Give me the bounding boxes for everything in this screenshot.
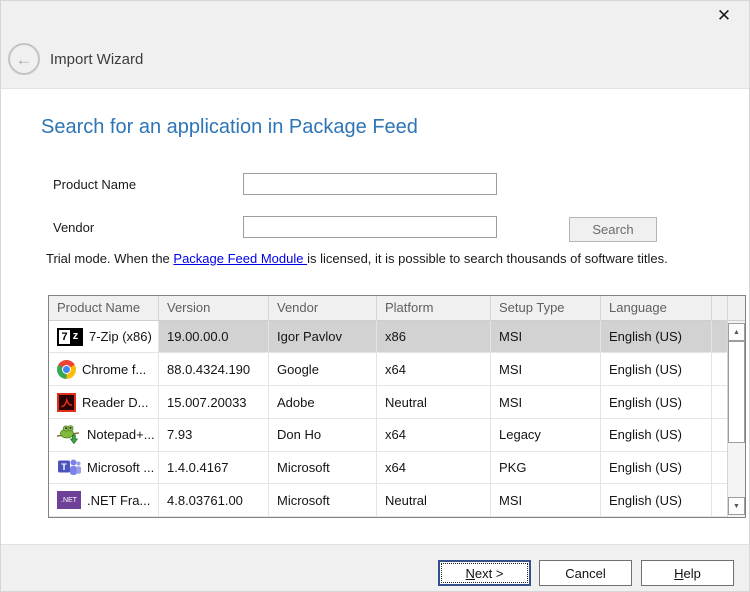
cell-platform: Neutral bbox=[377, 386, 491, 419]
cell-language: English (US) bbox=[601, 452, 712, 485]
cell-setup-type: MSI bbox=[491, 484, 601, 517]
column-header-product-name[interactable]: Product Name bbox=[49, 296, 159, 321]
column-header-language[interactable]: Language bbox=[601, 296, 712, 321]
page-title: Search for an application in Package Fee… bbox=[41, 116, 418, 139]
table-row[interactable]: T Microsoft ... 1.4.0.4167 Microsoft x64… bbox=[49, 452, 727, 485]
wizard-header: ✕ ← Import Wizard bbox=[1, 1, 749, 89]
cell-version: 19.00.00.0 bbox=[159, 321, 269, 354]
help-button[interactable]: Help bbox=[641, 560, 734, 586]
cell-product: Chrome f... bbox=[49, 353, 159, 386]
cell-filler bbox=[712, 484, 727, 517]
vendor-label: Vendor bbox=[53, 220, 94, 235]
notepad-plus-plus-icon bbox=[57, 426, 81, 444]
next-button[interactable]: Next > bbox=[438, 560, 531, 586]
package-table: Product Name Version Vendor Platform Set… bbox=[48, 295, 746, 518]
cell-filler bbox=[712, 353, 727, 386]
cell-setup-type: MSI bbox=[491, 353, 601, 386]
column-header-platform[interactable]: Platform bbox=[377, 296, 491, 321]
column-header-filler bbox=[712, 296, 727, 321]
search-button[interactable]: Search bbox=[569, 217, 657, 242]
close-icon[interactable]: ✕ bbox=[709, 3, 739, 29]
cell-version: 4.8.03761.00 bbox=[159, 484, 269, 517]
package-feed-module-link[interactable]: Package Feed Module bbox=[173, 251, 307, 266]
table-header-row: Product Name Version Vendor Platform Set… bbox=[49, 296, 727, 321]
cell-language: English (US) bbox=[601, 321, 712, 354]
dialog-footer: Next > Cancel Help bbox=[1, 544, 749, 592]
column-header-vendor[interactable]: Vendor bbox=[269, 296, 377, 321]
scrollbar-track[interactable] bbox=[728, 443, 745, 497]
cell-vendor: Microsoft bbox=[269, 484, 377, 517]
cell-setup-type: MSI bbox=[491, 386, 601, 419]
trial-suffix: is licensed, it is possible to search th… bbox=[307, 251, 668, 266]
table-scrollbar[interactable]: ▲ ▼ bbox=[727, 296, 745, 517]
back-button[interactable]: ← bbox=[8, 43, 40, 75]
cell-platform: Neutral bbox=[377, 484, 491, 517]
cell-vendor: Igor Pavlov bbox=[269, 321, 377, 354]
chrome-icon bbox=[57, 360, 76, 379]
cell-language: English (US) bbox=[601, 419, 712, 452]
import-wizard-dialog: ✕ ← Import Wizard Search for an applicat… bbox=[0, 0, 750, 592]
cell-product: Reader D... bbox=[49, 386, 159, 419]
cell-version: 15.007.20033 bbox=[159, 386, 269, 419]
down-arrow-icon: ▼ bbox=[733, 503, 740, 510]
cell-product: T Microsoft ... bbox=[49, 452, 159, 485]
cell-vendor: Don Ho bbox=[269, 419, 377, 452]
cell-platform: x64 bbox=[377, 419, 491, 452]
cell-vendor: Adobe bbox=[269, 386, 377, 419]
cell-vendor: Microsoft bbox=[269, 452, 377, 485]
table-row[interactable]: 7z 7-Zip (x86) 19.00.00.0 Igor Pavlov x8… bbox=[49, 321, 727, 354]
product-name-input[interactable] bbox=[243, 173, 497, 195]
table-row[interactable]: .NET .NET Fra... 4.8.03761.00 Microsoft … bbox=[49, 484, 727, 517]
cell-vendor: Google bbox=[269, 353, 377, 386]
product-name-label: Product Name bbox=[53, 177, 136, 192]
cell-language: English (US) bbox=[601, 353, 712, 386]
cell-filler bbox=[712, 386, 727, 419]
cell-filler bbox=[712, 321, 727, 354]
table-row[interactable]: Notepad+... 7.93 Don Ho x64 Legacy Engli… bbox=[49, 419, 727, 452]
cell-platform: x64 bbox=[377, 452, 491, 485]
cell-setup-type: PKG bbox=[491, 452, 601, 485]
cancel-button[interactable]: Cancel bbox=[539, 560, 632, 586]
scroll-down-button[interactable]: ▼ bbox=[728, 497, 745, 515]
cell-filler bbox=[712, 452, 727, 485]
column-header-setup-type[interactable]: Setup Type bbox=[491, 296, 601, 321]
adobe-reader-icon bbox=[57, 393, 76, 412]
trial-mode-text: Trial mode. When the Package Feed Module… bbox=[46, 251, 668, 266]
column-header-version[interactable]: Version bbox=[159, 296, 269, 321]
cell-platform: x86 bbox=[377, 321, 491, 354]
cell-version: 88.0.4324.190 bbox=[159, 353, 269, 386]
svg-text:T: T bbox=[61, 462, 67, 472]
cell-version: 1.4.0.4167 bbox=[159, 452, 269, 485]
wizard-title: Import Wizard bbox=[50, 51, 143, 68]
vendor-input[interactable] bbox=[243, 216, 497, 238]
scrollbar-thumb[interactable] bbox=[728, 341, 745, 443]
scrollbar-header-cap bbox=[728, 296, 745, 321]
scroll-up-button[interactable]: ▲ bbox=[728, 323, 745, 341]
7zip-icon: 7z bbox=[57, 328, 83, 346]
back-arrow-icon: ← bbox=[16, 51, 33, 68]
cell-setup-type: Legacy bbox=[491, 419, 601, 452]
dotnet-icon: .NET bbox=[57, 491, 81, 509]
cell-version: 7.93 bbox=[159, 419, 269, 452]
cell-language: English (US) bbox=[601, 386, 712, 419]
table-row[interactable]: Chrome f... 88.0.4324.190 Google x64 MSI… bbox=[49, 353, 727, 386]
cell-filler bbox=[712, 419, 727, 452]
cell-product: 7z 7-Zip (x86) bbox=[49, 321, 159, 354]
cell-product: Notepad+... bbox=[49, 419, 159, 452]
cell-language: English (US) bbox=[601, 484, 712, 517]
microsoft-teams-icon: T bbox=[57, 458, 81, 476]
up-arrow-icon: ▲ bbox=[733, 329, 740, 336]
cell-product: .NET .NET Fra... bbox=[49, 484, 159, 517]
table-row[interactable]: Reader D... 15.007.20033 Adobe Neutral M… bbox=[49, 386, 727, 419]
trial-prefix: Trial mode. When the bbox=[46, 251, 173, 266]
cell-platform: x64 bbox=[377, 353, 491, 386]
cell-setup-type: MSI bbox=[491, 321, 601, 354]
